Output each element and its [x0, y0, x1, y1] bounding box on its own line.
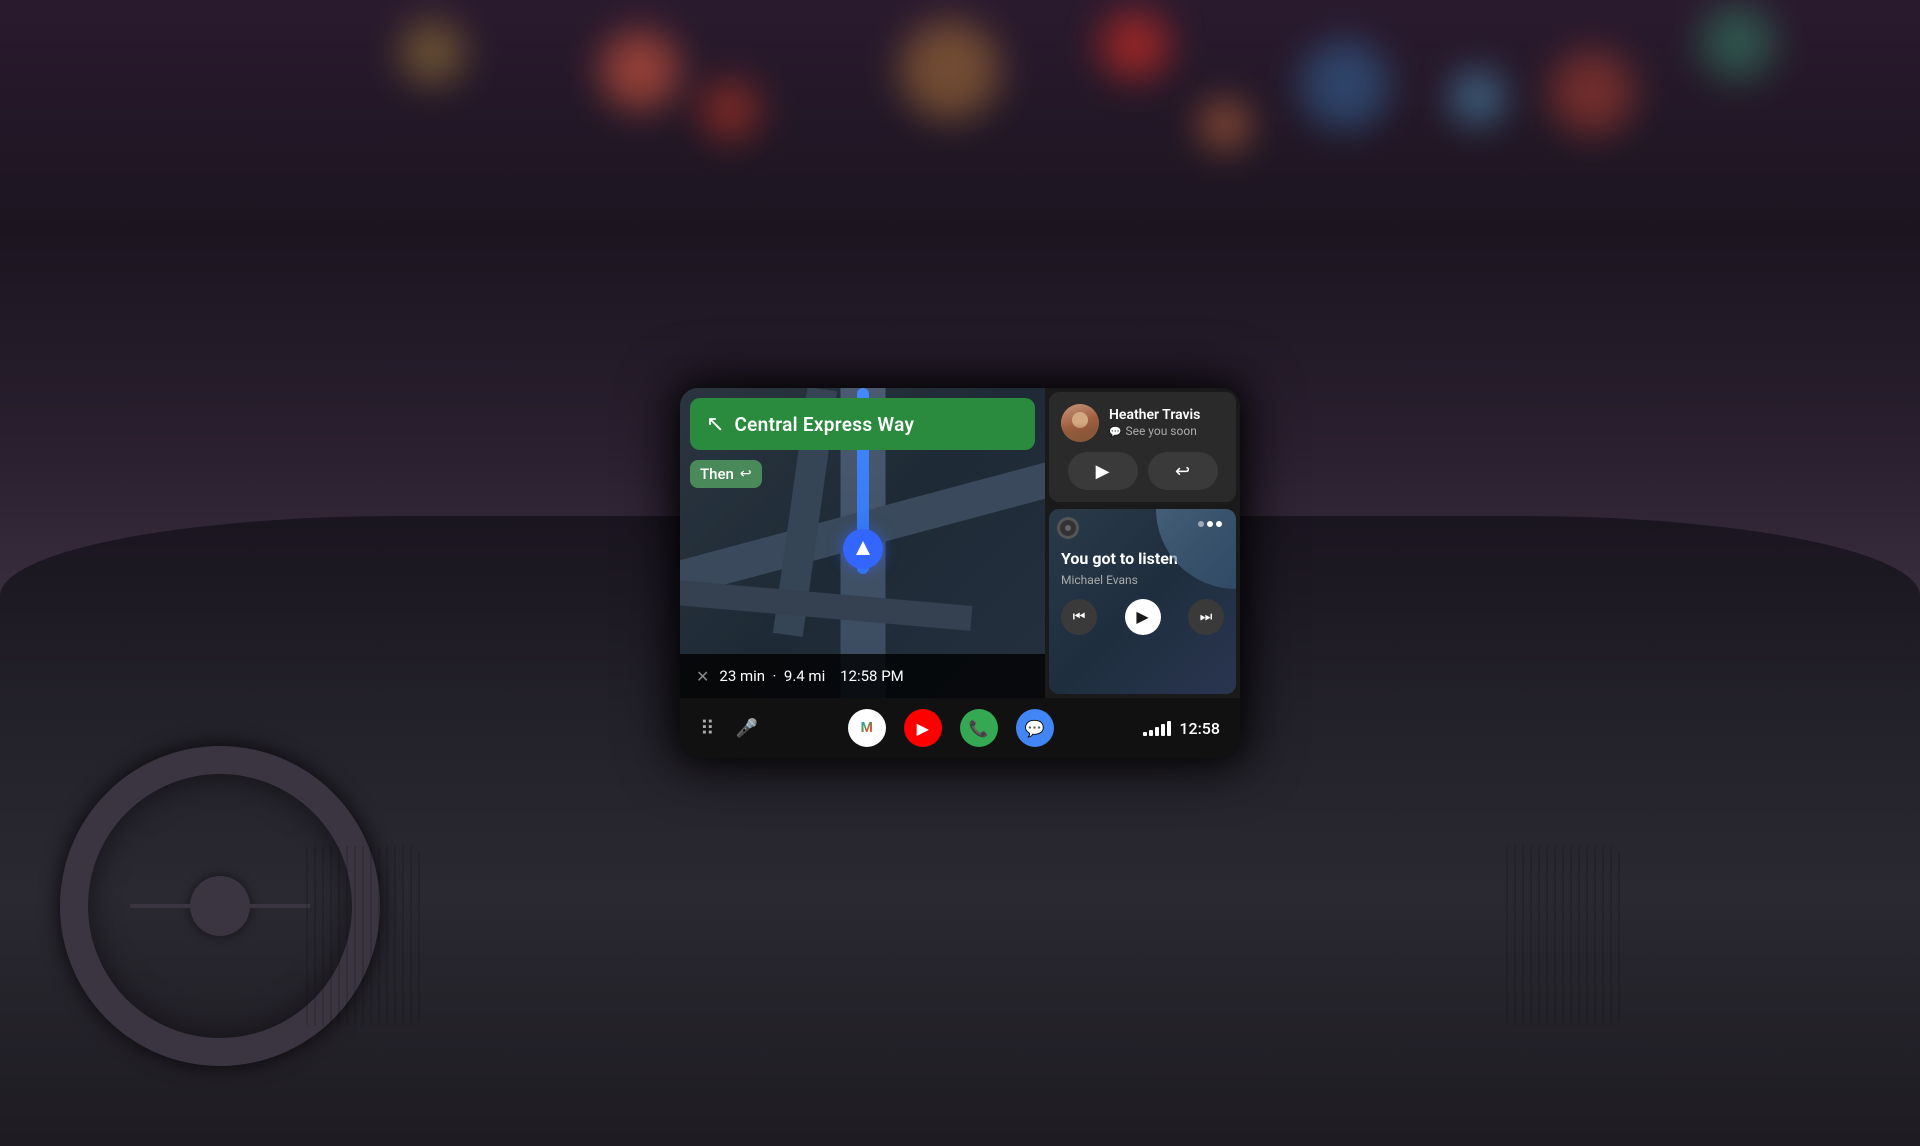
music-dots — [1198, 521, 1222, 527]
turn-street-name: Central Express Way — [734, 413, 914, 436]
grid-icon[interactable]: ⠿ — [700, 716, 716, 740]
bokeh-8 — [400, 20, 465, 85]
eta-time: 12:58 PM — [840, 667, 904, 685]
bokeh-3 — [900, 20, 1000, 120]
speaker-grille-left — [300, 846, 420, 1026]
bokeh-2 — [700, 80, 760, 140]
music-card: You got to listen Michael Evans ⏮ ▶ ⏭ — [1049, 509, 1236, 694]
navbar-center: M ▶ 📞 💬 — [848, 709, 1054, 747]
nav-arrow-triangle — [856, 541, 870, 555]
mic-icon[interactable]: 🎤 — [736, 718, 758, 739]
signal-bar-2 — [1149, 730, 1153, 736]
bokeh-6 — [1450, 70, 1505, 125]
bokeh-4 — [1100, 10, 1170, 80]
reply-button[interactable]: ↩ — [1148, 452, 1218, 490]
map-area: ↖ Central Express Way Then ↩ ✕ 23 min · — [680, 388, 1045, 698]
prev-button[interactable]: ⏮ — [1061, 599, 1097, 635]
clock-display: 12:58 — [1179, 719, 1220, 738]
next-button[interactable]: ⏭ — [1188, 599, 1224, 635]
notification-message: 💬 See you soon — [1109, 424, 1224, 440]
music-controls: ⏮ ▶ ⏭ — [1061, 599, 1224, 635]
play-pause-button[interactable]: ▶ — [1125, 599, 1161, 635]
messages-icon-label: 💬 — [1025, 719, 1045, 738]
then-label: Then ↩ — [690, 460, 762, 488]
youtube-app-icon[interactable]: ▶ — [904, 709, 942, 747]
android-auto-screen: ↖ Central Express Way Then ↩ ✕ 23 min · — [680, 388, 1240, 758]
right-panel: Heather Travis 💬 See you soon ▶ ↩ — [1045, 388, 1240, 698]
signal-bar-3 — [1155, 727, 1159, 736]
signal-bar-4 — [1161, 724, 1165, 736]
avatar — [1061, 404, 1099, 442]
play-button[interactable]: ▶ — [1068, 452, 1138, 490]
eta-bar: ✕ 23 min · 9.4 mi 12:58 PM — [680, 654, 1045, 698]
music-dot-2 — [1207, 521, 1213, 527]
maps-app-icon[interactable]: M — [848, 709, 886, 747]
then-text: Then — [700, 465, 734, 483]
maps-icon-label: M — [861, 720, 873, 736]
youtube-icon-label: ▶ — [917, 719, 929, 738]
then-arrow-icon: ↩ — [740, 466, 752, 482]
signal-bar-5 — [1167, 721, 1171, 736]
notification-actions: ▶ ↩ — [1061, 452, 1224, 490]
phone-icon-label: 📞 — [969, 719, 989, 738]
bokeh-5 — [1300, 40, 1390, 130]
message-text: See you soon — [1125, 424, 1196, 440]
eta-minutes: 23 min — [719, 667, 765, 685]
nav-arrow — [843, 529, 883, 569]
navbar-right: 12:58 — [1143, 719, 1220, 738]
screen-main: ↖ Central Express Way Then ↩ ✕ 23 min · — [680, 388, 1240, 698]
message-icon: 💬 — [1109, 426, 1121, 439]
music-dot-3 — [1216, 521, 1222, 527]
eta-distance: 9.4 mi — [784, 667, 825, 685]
signal-bars — [1143, 720, 1171, 736]
navbar: ⠿ 🎤 M ▶ 📞 💬 — [680, 698, 1240, 758]
bokeh-10 — [1700, 5, 1775, 80]
bokeh-7 — [1550, 50, 1635, 135]
notification-text: Heather Travis 💬 See you soon — [1109, 406, 1224, 440]
notification-card: Heather Travis 💬 See you soon ▶ ↩ — [1049, 392, 1236, 502]
background-scene: ↖ Central Express Way Then ↩ ✕ 23 min · — [0, 0, 1920, 1146]
nav-arrow-circle — [843, 529, 883, 569]
messages-app-icon[interactable]: 💬 — [1016, 709, 1054, 747]
bokeh-9 — [1200, 100, 1250, 150]
music-vinyl-icon — [1057, 517, 1079, 539]
music-dot-1 — [1198, 521, 1204, 527]
avatar-image — [1061, 404, 1099, 442]
contact-name: Heather Travis — [1109, 406, 1224, 424]
close-icon[interactable]: ✕ — [696, 667, 709, 686]
signal-bar-1 — [1143, 732, 1147, 736]
turn-banner: ↖ Central Express Way — [690, 398, 1035, 450]
eta-info: 23 min · 9.4 mi 12:58 PM — [719, 667, 903, 685]
turn-left-icon: ↖ — [706, 412, 724, 437]
phone-app-icon[interactable]: 📞 — [960, 709, 998, 747]
screen-inner: ↖ Central Express Way Then ↩ ✕ 23 min · — [680, 388, 1240, 758]
navbar-left: ⠿ 🎤 — [700, 716, 758, 740]
speaker-grille-right — [1500, 846, 1620, 1026]
notification-header: Heather Travis 💬 See you soon — [1061, 404, 1224, 442]
bokeh-1 — [600, 30, 680, 110]
